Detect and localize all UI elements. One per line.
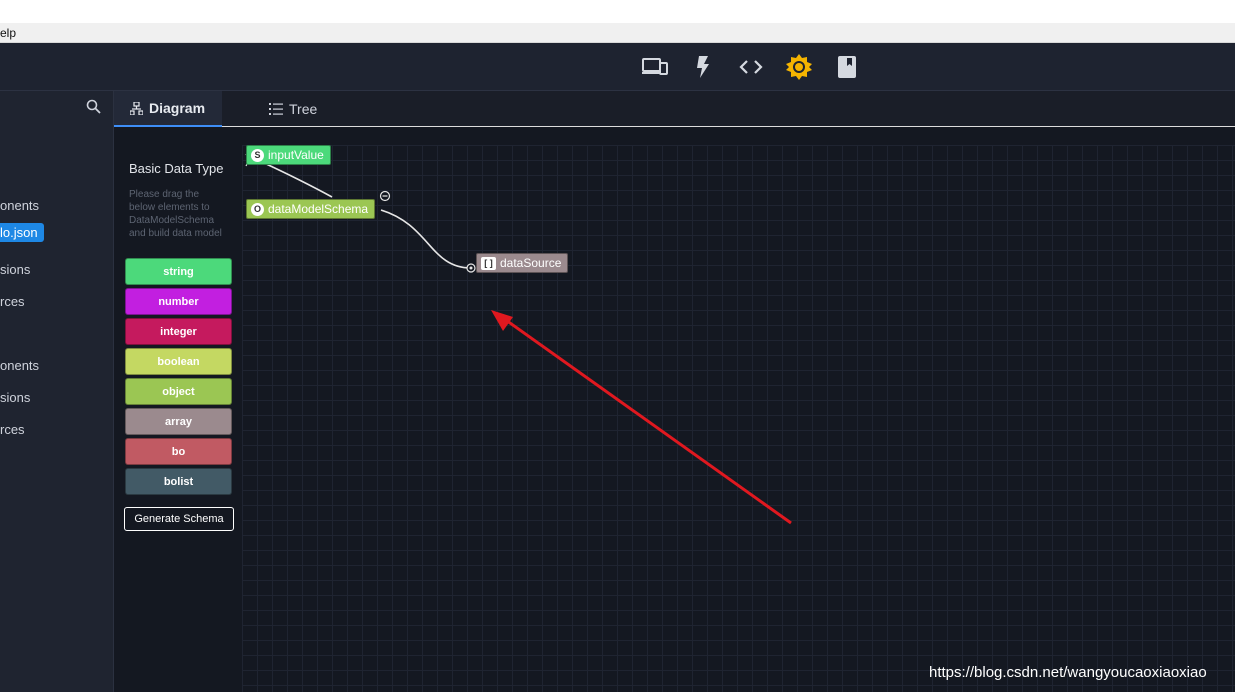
- window-top: [0, 0, 1235, 23]
- sidebar-item-components[interactable]: onents: [0, 198, 39, 213]
- diagram-icon: [130, 101, 143, 115]
- type-palette: Basic Data Type Please drag the below el…: [114, 127, 242, 692]
- tab-tree[interactable]: Tree: [269, 91, 317, 127]
- book-icon[interactable]: [833, 53, 861, 81]
- type-string-button[interactable]: string: [125, 258, 232, 285]
- tab-diagram[interactable]: Diagram: [114, 91, 222, 127]
- type-bolist-button[interactable]: bolist: [125, 468, 232, 495]
- devices-icon[interactable]: [641, 53, 669, 81]
- diagram-canvas[interactable]: [242, 145, 1235, 692]
- tab-bar: Diagram Tree: [114, 91, 1235, 127]
- tab-tree-label: Tree: [289, 101, 318, 117]
- sidebar: onents lo.json sions rces onents sions r…: [0, 91, 114, 692]
- menu-bar: elp: [0, 23, 1235, 43]
- type-bo-button[interactable]: bo: [125, 438, 232, 465]
- array-type-icon: [ ]: [481, 256, 496, 270]
- node-label: dataSource: [500, 256, 562, 270]
- type-array-button[interactable]: array: [125, 408, 232, 435]
- type-number-button[interactable]: number: [125, 288, 232, 315]
- node-datamodelschema[interactable]: O dataModelSchema: [246, 199, 376, 219]
- menu-item-help[interactable]: elp: [0, 23, 16, 43]
- watermark: https://blog.csdn.net/wangyoucaoxiaoxiao: [929, 664, 1207, 681]
- type-object-button[interactable]: object: [125, 378, 232, 405]
- node-label: inputValue: [268, 148, 324, 162]
- theme-icon[interactable]: [785, 53, 813, 81]
- object-type-icon: O: [251, 202, 264, 216]
- node-label: dataModelSchema: [268, 202, 369, 216]
- node-datasource[interactable]: [ ] dataSource: [476, 253, 569, 273]
- sidebar-item-resources[interactable]: rces: [0, 294, 25, 309]
- sidebar-item-extensions-2[interactable]: sions: [0, 390, 30, 405]
- type-integer-button[interactable]: integer: [125, 318, 232, 345]
- sidebar-item-json-file[interactable]: lo.json: [0, 223, 44, 242]
- node-inputvalue[interactable]: S inputValue: [246, 145, 331, 165]
- list-icon: [269, 103, 283, 115]
- sidebar-item-extensions[interactable]: sions: [0, 262, 30, 277]
- string-type-icon: S: [251, 148, 264, 162]
- generate-schema-button[interactable]: Generate Schema: [124, 507, 234, 531]
- search-icon[interactable]: [86, 99, 102, 115]
- main-panel: Diagram Tree Basic Data Type Please drag…: [114, 91, 1235, 692]
- toolbar: [0, 43, 1235, 91]
- palette-title: Basic Data Type: [129, 161, 224, 176]
- sidebar-item-components-2[interactable]: onents: [0, 358, 39, 373]
- palette-hint: Please drag the below elements to DataMo…: [129, 189, 222, 239]
- sidebar-item-resources-2[interactable]: rces: [0, 422, 25, 437]
- tab-diagram-label: Diagram: [149, 100, 206, 116]
- flash-icon[interactable]: [689, 53, 717, 81]
- code-icon[interactable]: [737, 53, 765, 81]
- type-boolean-button[interactable]: boolean: [125, 348, 232, 375]
